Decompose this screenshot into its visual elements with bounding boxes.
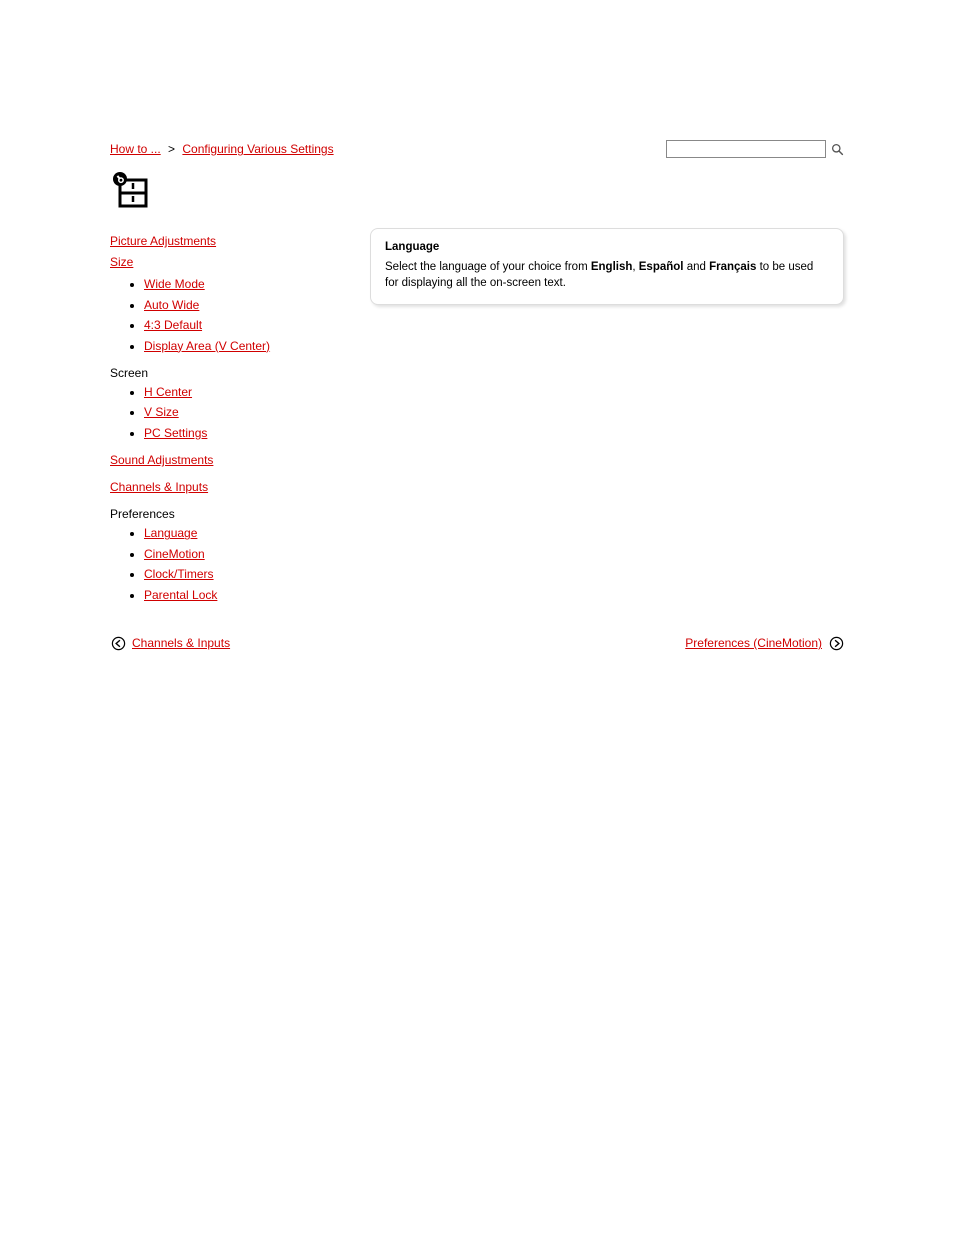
list-item: Clock/Timers [144,564,330,584]
sidebar-link-parental-lock[interactable]: Parental Lock [144,588,217,602]
sidebar-label-preferences: Preferences [110,507,330,521]
list-item: 4:3 Default [144,315,330,335]
list-item: H Center [144,382,330,402]
breadcrumb: How to ... > Configuring Various Setting… [110,142,334,156]
pager: Channels & Inputs Preferences (CineMotio… [110,635,844,651]
sidebar-link-auto-wide[interactable]: Auto Wide [144,298,199,312]
sidebar-link-clock-timers[interactable]: Clock/Timers [144,567,214,581]
info-box-title: Language [385,239,829,256]
pager-prev-link[interactable]: Channels & Inputs [132,636,230,650]
sidebar-link-language[interactable]: Language [144,526,197,540]
sidebar-link-channels-inputs[interactable]: Channels & Inputs [110,478,330,497]
list-item: Parental Lock [144,585,330,605]
sidebar-link-43-default[interactable]: 4:3 Default [144,318,202,332]
info-box-body: Select the language of your choice from … [385,259,829,292]
breadcrumb-link-howto[interactable]: How to ... [110,142,161,156]
pager-next[interactable]: Preferences (CineMotion) [685,635,844,651]
main-content: Language Select the language of your cho… [370,224,844,305]
sidebar-link-v-size[interactable]: V Size [144,405,179,419]
arrow-right-icon [828,635,844,651]
search-box [666,140,844,158]
sidebar-link-size[interactable]: Size [110,253,330,272]
search-input[interactable] [666,140,826,158]
settings-drawer-icon [110,170,844,212]
pager-next-link[interactable]: Preferences (CineMotion) [685,636,822,650]
sidebar-list-preferences: Language CineMotion Clock/Timers Parenta… [110,523,330,605]
sidebar-list-size: Wide Mode Auto Wide 4:3 Default Display … [110,274,330,356]
search-icon[interactable] [830,142,844,156]
list-item: Wide Mode [144,274,330,294]
sidebar-link-picture-adjustments[interactable]: Picture Adjustments [110,232,330,251]
list-item: CineMotion [144,544,330,564]
sidebar-link-wide-mode[interactable]: Wide Mode [144,277,205,291]
sidebar-link-cinemotion[interactable]: CineMotion [144,547,205,561]
pager-prev[interactable]: Channels & Inputs [110,635,230,651]
sidebar-link-pc-settings[interactable]: PC Settings [144,426,207,440]
breadcrumb-link-config[interactable]: Configuring Various Settings [182,142,333,156]
sidebar-list-screen: H Center V Size PC Settings [110,382,330,443]
arrow-left-icon [110,635,126,651]
list-item: Display Area (V Center) [144,336,330,356]
sidebar-link-sound-adjustments[interactable]: Sound Adjustments [110,451,330,470]
sidebar-link-display-area[interactable]: Display Area (V Center) [144,339,270,353]
list-item: Language [144,523,330,543]
sidebar-nav: Picture Adjustments Size Wide Mode Auto … [110,224,330,611]
info-box-language: Language Select the language of your cho… [370,228,844,305]
list-item: Auto Wide [144,295,330,315]
sidebar-link-h-center[interactable]: H Center [144,385,192,399]
breadcrumb-separator: > [168,142,175,156]
list-item: V Size [144,402,330,422]
list-item: PC Settings [144,423,330,443]
sidebar-label-screen: Screen [110,366,330,380]
